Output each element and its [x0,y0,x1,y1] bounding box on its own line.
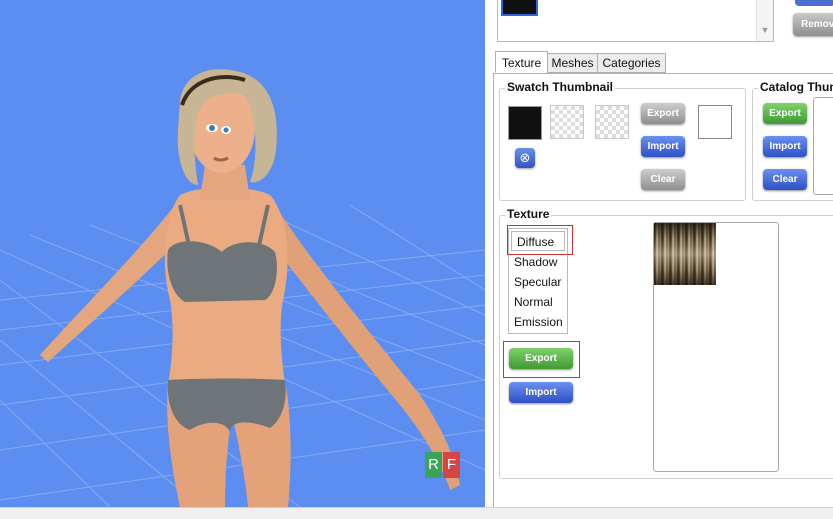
catalog-thumbnail-preview[interactable] [813,97,833,195]
texture-tab-content: Swatch Thumbnail ⊗ Export Import Clear C… [493,73,833,512]
properties-panel: ▼ Remov Texture Meshes Categories Swatch… [485,0,833,512]
texture-item-emission[interactable]: Emission [509,312,567,332]
cube-face-right: R [425,452,442,478]
add-button-partial[interactable] [795,0,833,6]
catalog-thumbnail-group: Catalog Thum Export Import Clear [752,80,833,201]
clear-color-icon[interactable]: ⊗ [515,148,535,168]
orientation-cube[interactable]: R F [425,452,461,482]
swatch-list[interactable]: ▼ [497,0,774,42]
catalog-thumbnail-title: Catalog Thum [758,80,833,94]
texture-item-normal[interactable]: Normal [509,292,567,312]
cube-face-front: F [443,452,460,478]
scroll-down-icon[interactable]: ▼ [756,0,773,41]
swatch-color-preview[interactable] [508,106,542,140]
catalog-import-button[interactable]: Import [763,136,807,157]
status-bar [0,507,833,519]
catalog-clear-button[interactable]: Clear [763,169,807,190]
texture-title: Texture [505,207,552,221]
swatch-transparent-preview-2[interactable] [595,105,629,139]
export-highlight-box [503,341,580,378]
texture-item-shadow[interactable]: Shadow [509,252,567,272]
tab-texture[interactable]: Texture [495,51,548,73]
3d-viewport[interactable]: R F [0,0,486,507]
texture-preview [653,222,779,472]
hair-texture-image [654,223,716,285]
diffuse-highlight-box [507,225,573,255]
texture-item-specular[interactable]: Specular [509,272,567,292]
tab-categories[interactable]: Categories [597,53,666,73]
swatch-list-item[interactable] [501,0,538,16]
swatch-transparent-preview-1[interactable] [550,105,584,139]
swatch-export-button[interactable]: Export [641,103,685,124]
swatch-clear-button[interactable]: Clear [641,169,685,190]
tab-meshes[interactable]: Meshes [547,53,598,73]
swatch-thumbnail-preview[interactable] [698,105,732,139]
texture-import-button[interactable]: Import [509,382,573,403]
model-render [0,69,485,507]
swatch-thumbnail-title: Swatch Thumbnail [505,80,616,94]
catalog-export-button[interactable]: Export [763,103,807,124]
remove-button[interactable]: Remov [793,13,833,36]
swatch-import-button[interactable]: Import [641,136,685,157]
swatch-thumbnail-group: Swatch Thumbnail ⊗ Export Import Clear [499,80,746,201]
